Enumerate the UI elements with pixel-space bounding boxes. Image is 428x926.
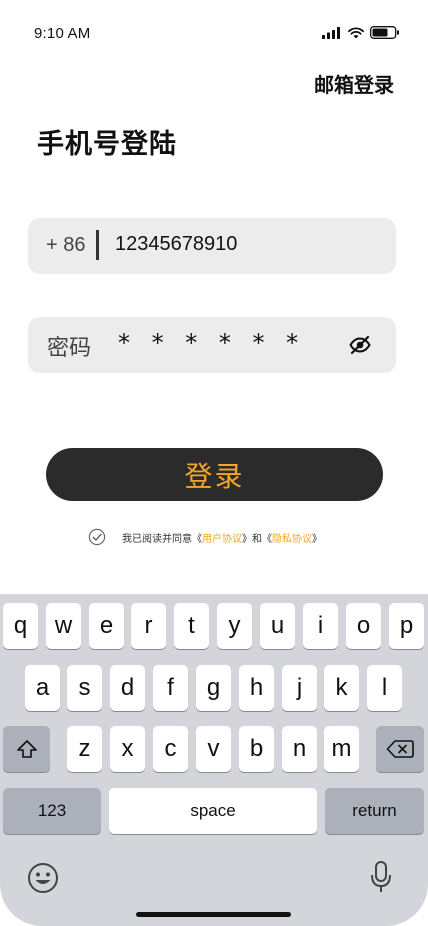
- user-agreement-link[interactable]: 用户协议: [202, 534, 242, 545]
- eye-off-icon[interactable]: [348, 333, 372, 357]
- signal-icon: [322, 26, 340, 39]
- key-t[interactable]: t: [174, 603, 209, 649]
- wifi-icon: [348, 26, 364, 38]
- key-j[interactable]: j: [282, 665, 317, 711]
- backspace-key[interactable]: [376, 726, 424, 772]
- space-key[interactable]: space: [109, 788, 317, 834]
- key-f[interactable]: f: [153, 665, 188, 711]
- status-bar: 9:10 AM: [0, 0, 428, 60]
- battery-icon: [370, 26, 399, 39]
- key-w[interactable]: w: [46, 603, 81, 649]
- key-u[interactable]: u: [260, 603, 295, 649]
- phone-field[interactable]: + 86 12345678910: [28, 218, 396, 274]
- checkmark-circle-icon[interactable]: [88, 528, 106, 546]
- password-input[interactable]: * * * * * *: [118, 329, 305, 357]
- key-b[interactable]: b: [239, 726, 274, 772]
- privacy-agreement-link[interactable]: 隐私协议: [272, 534, 312, 545]
- login-button-label: 登录: [184, 459, 245, 493]
- country-code-prefix[interactable]: + 86: [46, 234, 85, 257]
- agreement-row: 我已阅读并同意《用户协议》和《隐私协议》: [88, 527, 322, 547]
- login-button[interactable]: 登录: [46, 448, 383, 501]
- key-v[interactable]: v: [196, 726, 231, 772]
- key-n[interactable]: n: [282, 726, 317, 772]
- numbers-key[interactable]: 123: [3, 788, 101, 834]
- status-time: 9:10 AM: [34, 25, 91, 42]
- key-y[interactable]: y: [217, 603, 252, 649]
- page-title: 手机号登陆: [37, 129, 177, 160]
- key-z[interactable]: z: [67, 726, 102, 772]
- key-k[interactable]: k: [324, 665, 359, 711]
- key-g[interactable]: g: [196, 665, 231, 711]
- agreement-suffix: 》: [312, 533, 322, 545]
- key-p[interactable]: p: [389, 603, 424, 649]
- key-r[interactable]: r: [131, 603, 166, 649]
- agreement-middle: 》和《: [242, 533, 272, 545]
- agreement-prefix: 我已阅读并同意《: [122, 533, 202, 545]
- microphone-icon[interactable]: [370, 860, 392, 894]
- shift-icon: [16, 740, 37, 758]
- backspace-icon: [386, 740, 414, 758]
- key-i[interactable]: i: [303, 603, 338, 649]
- key-e[interactable]: e: [89, 603, 124, 649]
- key-o[interactable]: o: [346, 603, 381, 649]
- key-l[interactable]: l: [367, 665, 402, 711]
- return-key[interactable]: return: [325, 788, 424, 834]
- email-login-link[interactable]: 邮箱登录: [314, 69, 394, 98]
- key-q[interactable]: q: [3, 603, 38, 649]
- emoji-icon[interactable]: [27, 862, 59, 894]
- phone-input[interactable]: 12345678910: [115, 233, 237, 256]
- key-h[interactable]: h: [239, 665, 274, 711]
- key-m[interactable]: m: [324, 726, 359, 772]
- shift-key[interactable]: [3, 726, 50, 772]
- status-icons: [322, 26, 400, 39]
- key-c[interactable]: c: [153, 726, 188, 772]
- home-indicator: [136, 912, 291, 917]
- key-d[interactable]: d: [110, 665, 145, 711]
- password-label: 密码: [47, 336, 92, 361]
- key-s[interactable]: s: [67, 665, 102, 711]
- key-a[interactable]: a: [25, 665, 60, 711]
- key-x[interactable]: x: [110, 726, 145, 772]
- keyboard: q w e r t y u i o p a s d f g h j k l z …: [0, 594, 428, 926]
- password-field[interactable]: 密码 * * * * * *: [28, 317, 396, 373]
- cursor-divider: [96, 230, 99, 260]
- agreement-text: 我已阅读并同意《用户协议》和《隐私协议》: [122, 530, 322, 545]
